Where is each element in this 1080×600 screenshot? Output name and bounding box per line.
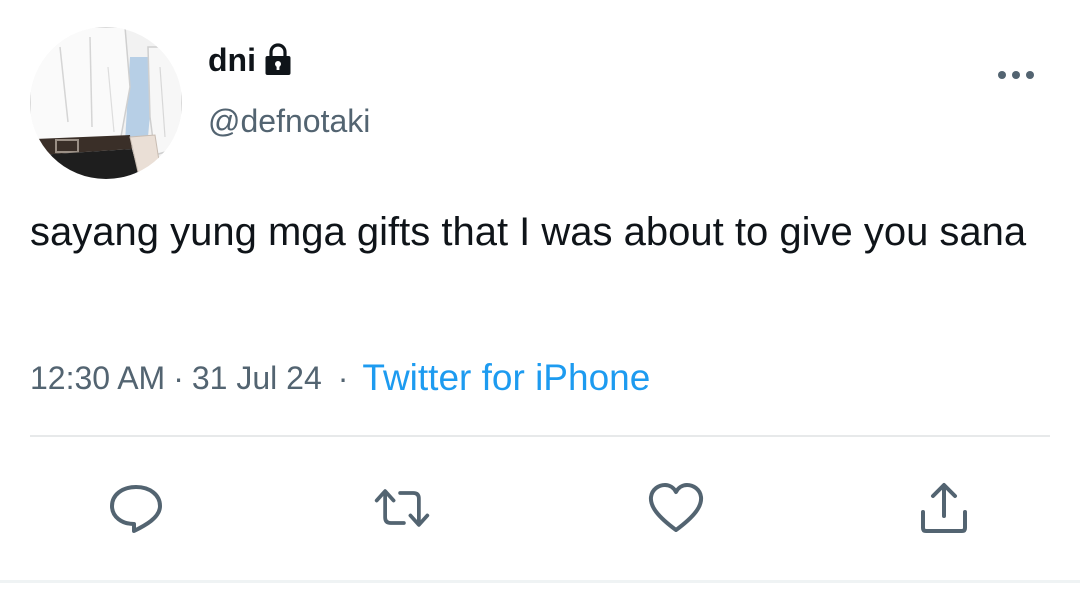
- tweet-time[interactable]: 12:30 AM: [30, 360, 165, 397]
- avatar[interactable]: [30, 27, 182, 179]
- heart-icon: [648, 483, 704, 532]
- like-button[interactable]: [646, 478, 706, 538]
- reply-icon: [110, 485, 162, 533]
- display-name-text: dni: [208, 42, 256, 78]
- reply-button[interactable]: [106, 478, 166, 538]
- retweet-icon: [374, 489, 430, 527]
- separator-dot: ·: [337, 359, 349, 396]
- retweet-button[interactable]: [372, 478, 432, 538]
- more-options-icon[interactable]: [996, 60, 1036, 90]
- lock-icon: [264, 43, 292, 77]
- display-name[interactable]: dni: [208, 40, 292, 80]
- divider: [30, 435, 1050, 437]
- share-icon: [921, 483, 967, 533]
- separator-dot: ·: [173, 359, 184, 396]
- user-handle[interactable]: @defnotaki: [208, 101, 370, 141]
- tweet-source-link[interactable]: Twitter for iPhone: [362, 357, 650, 399]
- tweet-meta: 12:30 AM · 31 Jul 24 · Twitter for iPhon…: [30, 355, 650, 401]
- bottom-divider: [0, 580, 1080, 583]
- tweet-date[interactable]: 31 Jul 24: [192, 360, 322, 397]
- share-button[interactable]: [914, 478, 974, 538]
- tweet-text: sayang yung mga gifts that I was about t…: [30, 210, 1027, 254]
- avatar-photo-icon: [30, 27, 182, 179]
